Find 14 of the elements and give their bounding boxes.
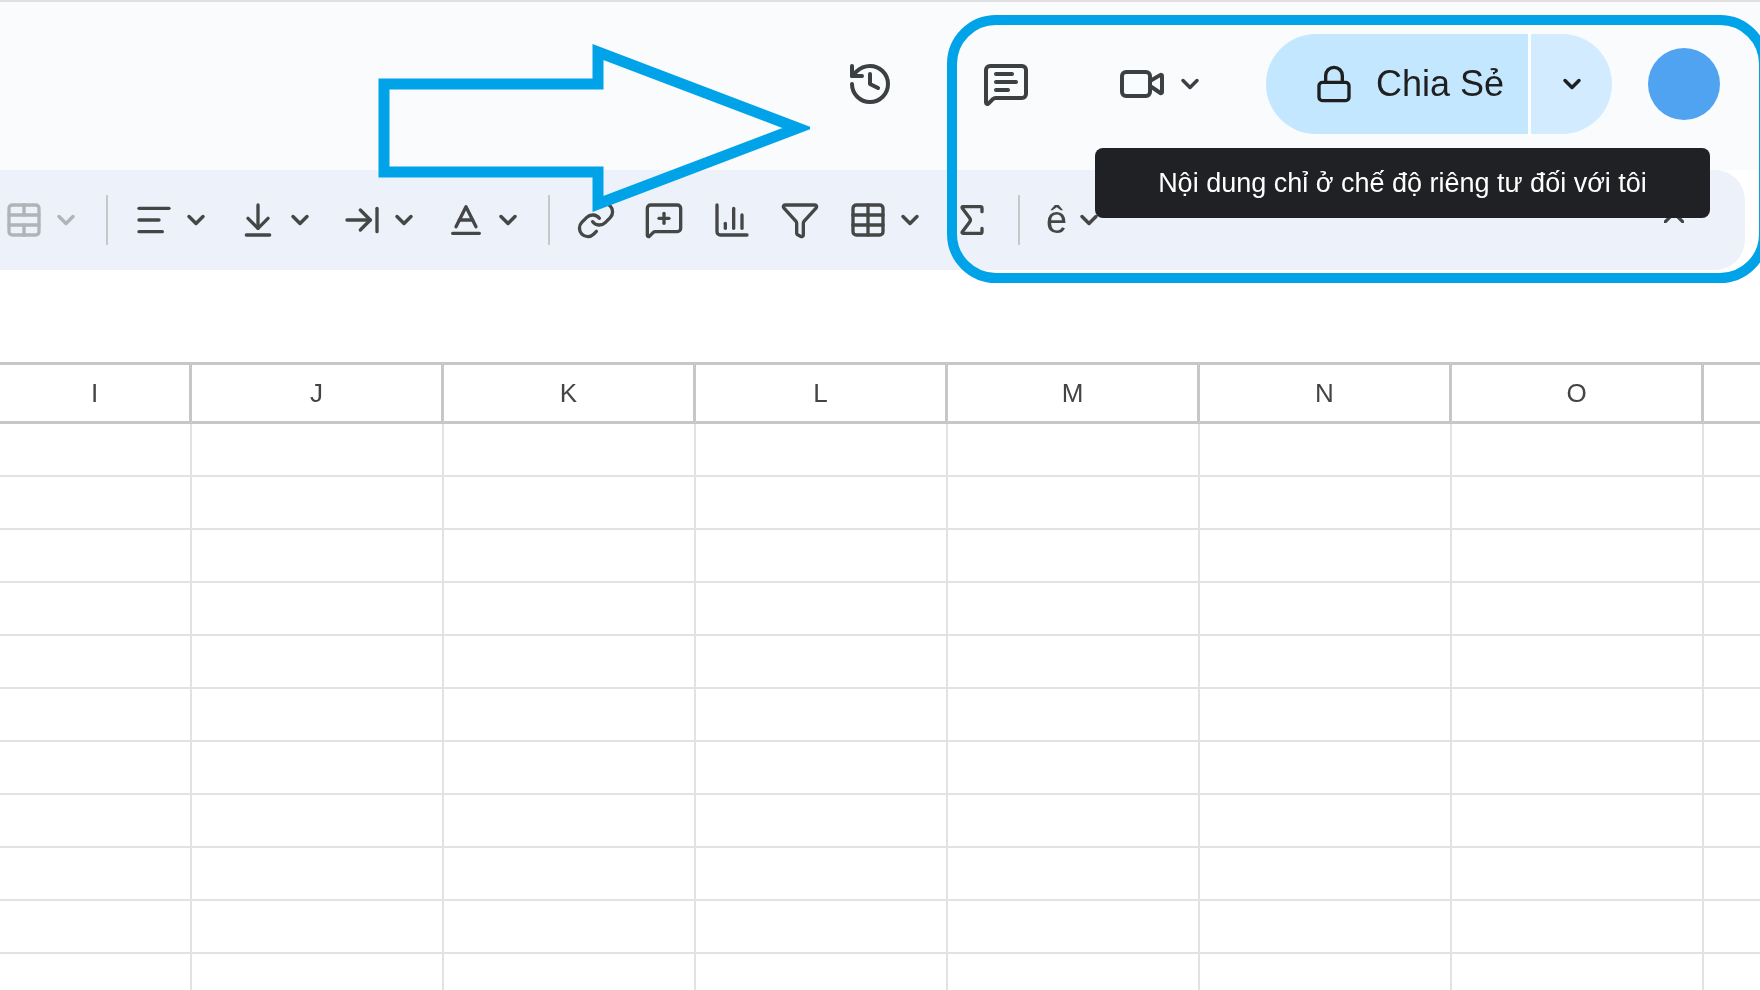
input-tools-label: ê <box>1046 198 1068 242</box>
merge-cells-icon <box>4 200 44 240</box>
tooltip: Nội dung chỉ ở chế độ riêng tư đối với tôi <box>1095 148 1710 218</box>
column-header[interactable]: O <box>1452 365 1704 421</box>
column-header[interactable]: L <box>696 365 948 421</box>
column-header[interactable]: N <box>1200 365 1452 421</box>
column-header[interactable]: K <box>444 365 696 421</box>
column-header[interactable]: J <box>192 365 444 421</box>
table-icon <box>848 200 888 240</box>
column-header[interactable]: M <box>948 365 1200 421</box>
column-header[interactable]: I <box>0 365 192 421</box>
share-button[interactable]: Chia Sẻ <box>1265 34 1528 134</box>
add-comment-icon <box>644 200 684 240</box>
filter-icon <box>780 200 820 240</box>
